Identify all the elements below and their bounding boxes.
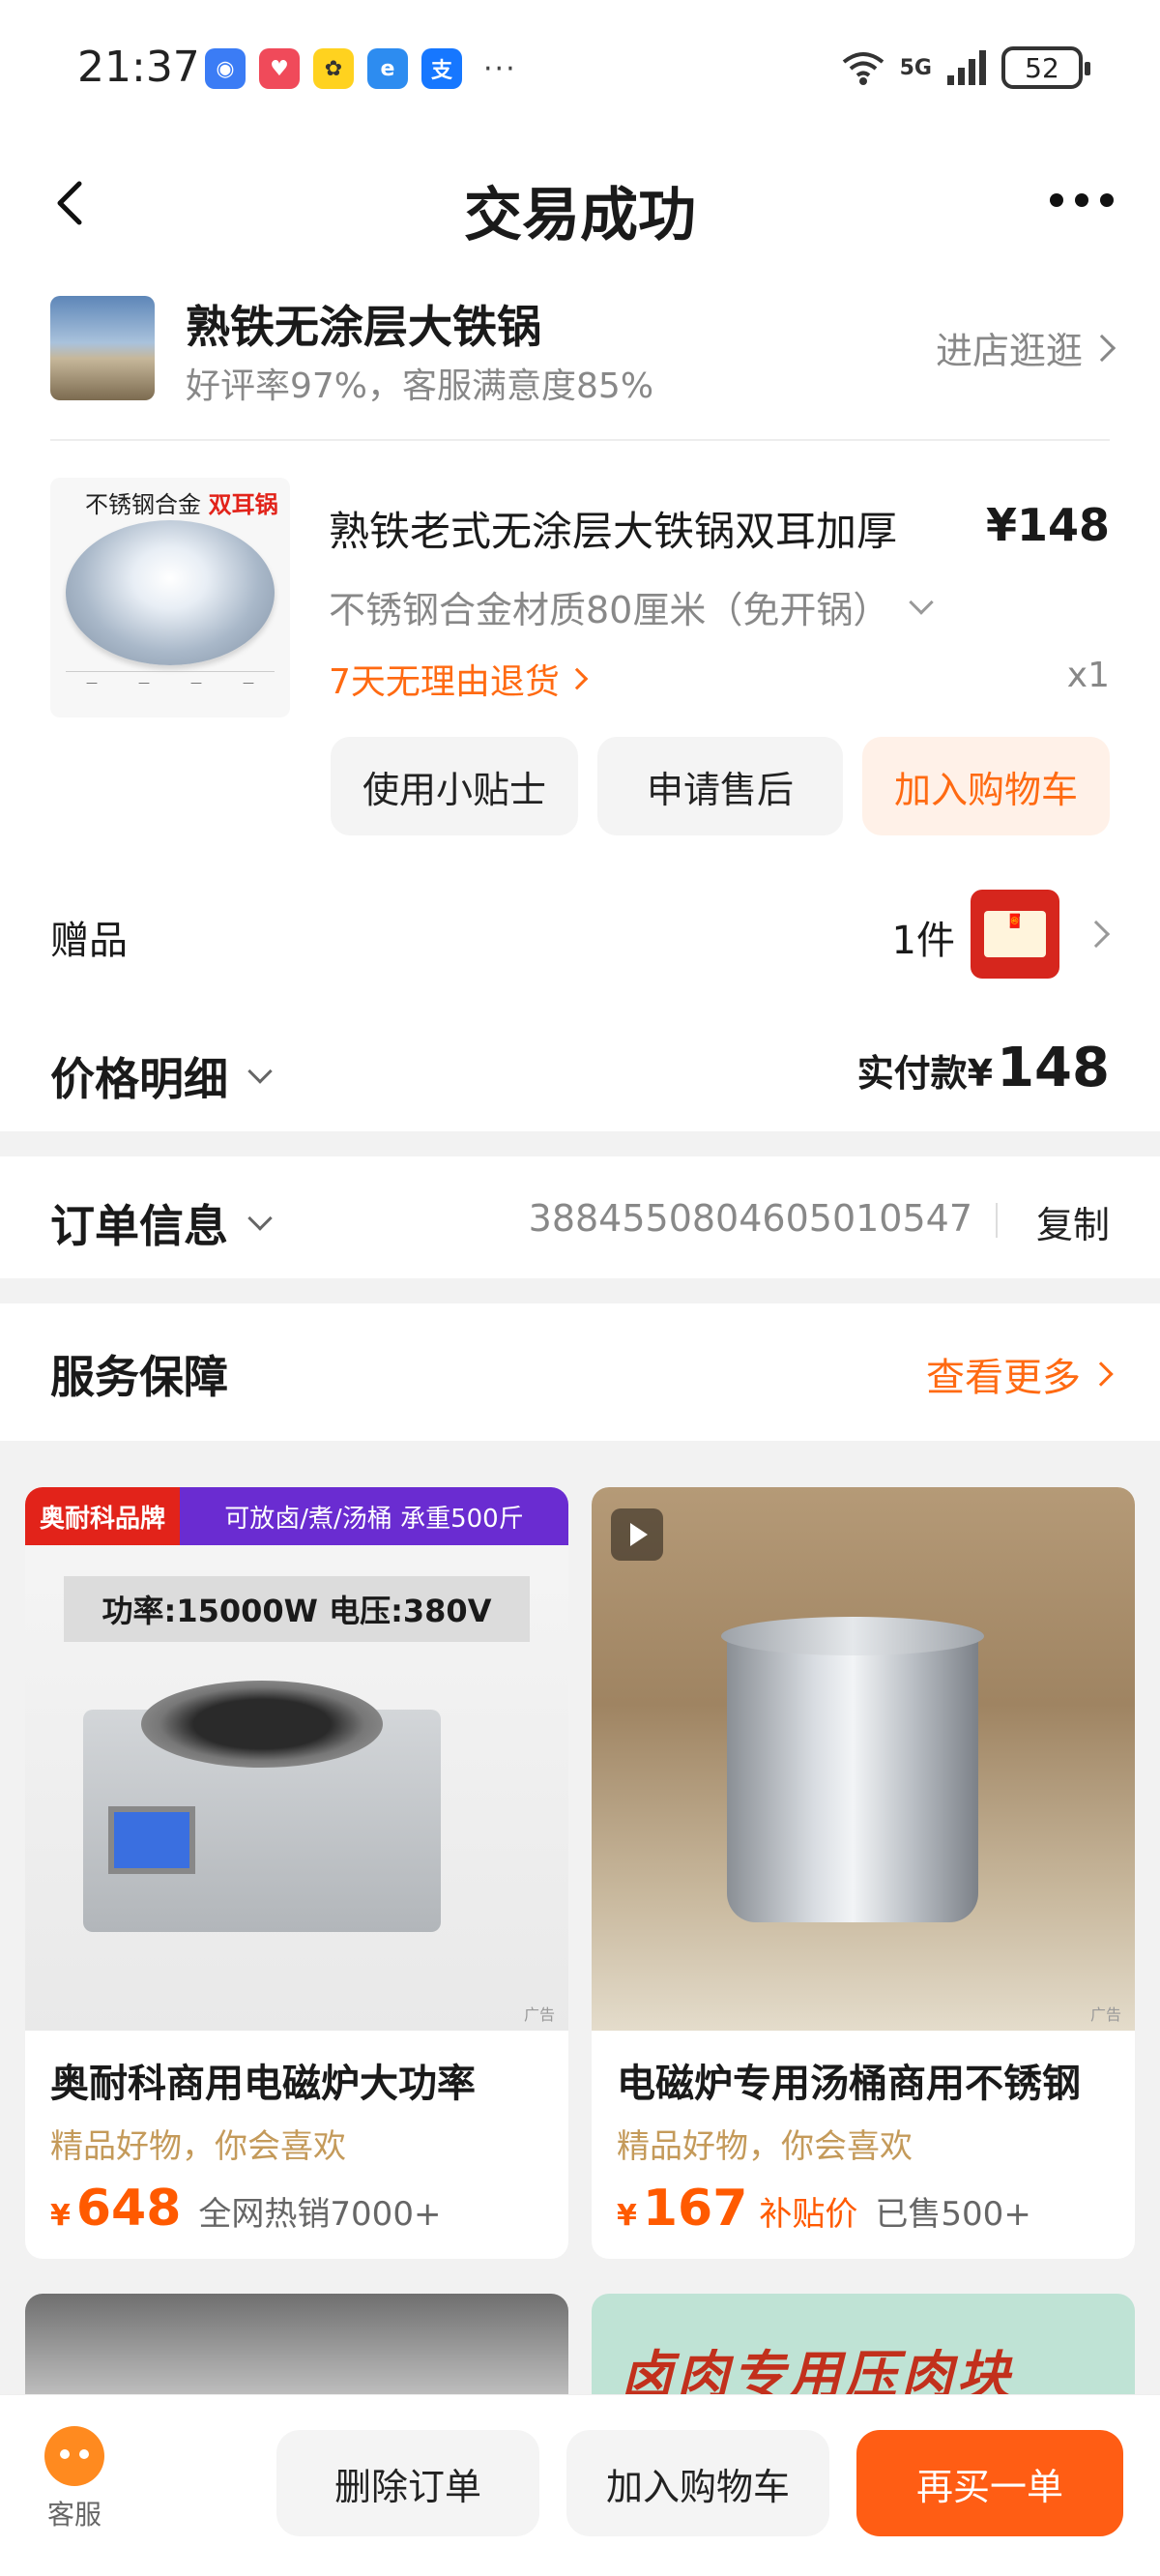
ad-label: 广告: [1089, 2005, 1121, 2024]
chevron-right-icon: [1088, 1361, 1114, 1387]
status-right: 5G 52: [840, 46, 1090, 89]
order-info-toggle[interactable]: 订单信息: [50, 1191, 273, 1255]
recommended-product-image[interactable]: 奥耐科品牌 可放卤/煮/汤桶 承重500斤 功率:15000W 电压:380V …: [25, 1487, 568, 2031]
status-time: 21:37: [77, 43, 200, 92]
recommended-product-card-partial[interactable]: 卤肉专用压肉块: [592, 2294, 1135, 2410]
recommended-product-image[interactable]: 广告: [592, 1487, 1135, 2031]
customer-service-icon: [44, 2426, 104, 2486]
shop-name[interactable]: 熟铁无涂层大铁锅: [186, 292, 541, 356]
battery-indicator: 52: [1001, 46, 1090, 89]
price-value: 167: [642, 2180, 748, 2238]
spec-table: — — — —: [66, 671, 275, 706]
sales-note: 已售500+: [875, 2195, 1031, 2234]
gift-coupon-image[interactable]: 🧧: [971, 890, 1059, 979]
customer-service-button[interactable]: 客服: [43, 2426, 106, 2532]
currency-symbol: ¥: [617, 2199, 637, 2233]
chevron-right-icon: [1088, 334, 1116, 362]
feature-tag: 可放卤/煮/汤桶 承重500斤: [180, 1487, 568, 1545]
status-app-icons: ◉ ♥ ✿ e 支 ···: [205, 48, 517, 89]
chevron-down-icon: [247, 1059, 273, 1084]
product-image[interactable]: 不锈钢合金 双耳锅 — — — —: [50, 478, 290, 717]
recommended-product-price: ¥ 167 补贴价 已售500+: [617, 2180, 1031, 2238]
app-notification-icon: e: [367, 48, 408, 89]
product-title[interactable]: 熟铁老式无涂层大铁锅双耳加厚: [329, 499, 897, 558]
price-detail-label: 价格明细: [50, 1053, 228, 1105]
red-envelope-icon: 🧧: [984, 911, 1046, 957]
service-more-label: 查看更多: [926, 1356, 1081, 1400]
page-title: 交易成功: [464, 182, 696, 249]
buy-again-button[interactable]: 再买一单: [856, 2430, 1123, 2536]
recommended-product-name: 电磁炉专用汤桶商用不锈钢: [617, 2062, 1081, 2106]
signal-icon: [947, 50, 986, 85]
wok-picture: [66, 520, 275, 665]
recommended-product-name: 奥耐科商用电磁炉大功率: [50, 2062, 476, 2106]
more-options-icon[interactable]: [1050, 193, 1114, 207]
app-notification-icon: ◉: [205, 48, 246, 89]
gift-count: 1件: [891, 919, 955, 963]
after-sale-button[interactable]: 申请售后: [597, 737, 843, 835]
product-quantity: x1: [1066, 656, 1110, 695]
chevron-down-icon: [909, 589, 935, 615]
shop-rating: 好评率97%，客服满意度85%: [186, 366, 654, 406]
stockpot-picture: [721, 1617, 984, 1922]
brand-tag: 奥耐科品牌: [25, 1487, 180, 1545]
shop-avatar[interactable]: [50, 296, 155, 400]
visit-shop-label: 进店逛逛: [935, 330, 1083, 372]
service-more-link[interactable]: 查看更多: [926, 1346, 1114, 1402]
chevron-down-icon: [247, 1206, 273, 1231]
return-policy-link[interactable]: 7天无理由退货: [329, 654, 589, 704]
gift-label: 赠品: [50, 919, 128, 963]
product-price: ¥148: [985, 499, 1110, 551]
sales-note: 全网热销7000+: [198, 2195, 442, 2234]
service-label: 服务保障: [50, 1351, 228, 1403]
product-spec[interactable]: 不锈钢合金材质80厘米（免开锅）: [329, 580, 935, 633]
app-notification-icon: ✿: [313, 48, 354, 89]
paid-amount: 实付款¥ 148: [857, 1037, 1110, 1099]
order-info-card: 订单信息 3884550804605010547 复制: [0, 1156, 1160, 1278]
divider: [50, 439, 1110, 441]
delete-order-button[interactable]: 删除订单: [276, 2430, 539, 2536]
chevron-right-icon: [566, 667, 589, 690]
more-notifications-icon: ···: [483, 51, 517, 86]
order-card: 熟铁无涂层大铁锅 好评率97%，客服满意度85% 进店逛逛 不锈钢合金 双耳锅 …: [0, 271, 1160, 1131]
spec-band: 功率:15000W 电压:380V: [64, 1576, 530, 1642]
app-notification-icon: ♥: [259, 48, 300, 89]
video-play-icon[interactable]: [611, 1508, 663, 1561]
product-image-label: 不锈钢合金 双耳锅: [85, 491, 278, 518]
ad-label: 广告: [523, 2005, 555, 2024]
divider: [996, 1203, 998, 1238]
order-number: 3884550804605010547: [528, 1197, 972, 1240]
recommended-product-card-partial[interactable]: [25, 2294, 568, 2410]
service-card: 服务保障 查看更多: [0, 1303, 1160, 1441]
status-bar: 21:37 ◉ ♥ ✿ e 支 ··· 5G 52: [0, 0, 1160, 135]
recommended-product-card[interactable]: 广告 电磁炉专用汤桶商用不锈钢 精品好物，你会喜欢 ¥ 167 补贴价 已售50…: [592, 1487, 1135, 2259]
recommended-product-card[interactable]: 奥耐科品牌 可放卤/煮/汤桶 承重500斤 功率:15000W 电压:380V …: [25, 1487, 568, 2259]
return-policy-text: 7天无理由退货: [329, 662, 560, 702]
recommended-product-subtitle: 精品好物，你会喜欢: [50, 2127, 346, 2166]
subsidy-tag: 补贴价: [759, 2195, 858, 2234]
chevron-right-icon[interactable]: [1082, 920, 1111, 949]
induction-cooker-picture: [83, 1681, 441, 1932]
customer-service-label: 客服: [46, 2499, 102, 2531]
alipay-icon: 支: [421, 48, 462, 89]
recommended-product-subtitle: 精品好物，你会喜欢: [617, 2127, 913, 2166]
visit-shop-link[interactable]: 进店逛逛: [935, 321, 1116, 374]
recommended-product-price: ¥ 648 全网热销7000+: [50, 2180, 441, 2238]
price-value: 648: [75, 2180, 182, 2238]
product-spec-text: 不锈钢合金材质80厘米（免开锅）: [329, 589, 890, 631]
page-header: 交易成功: [0, 135, 1160, 271]
wifi-icon: [842, 52, 884, 85]
paid-value: 148: [997, 1037, 1110, 1099]
currency-symbol: ¥: [50, 2199, 71, 2233]
add-to-cart-button[interactable]: 加入购物车: [862, 737, 1110, 835]
bottom-action-bar: 客服 删除订单 加入购物车 再买一单: [0, 2394, 1160, 2576]
network-type: 5G: [899, 55, 932, 80]
copy-order-button[interactable]: 复制: [1036, 1195, 1110, 1248]
price-detail-toggle[interactable]: 价格明细: [50, 1044, 273, 1108]
paid-label: 实付款¥: [856, 1052, 994, 1095]
usage-tips-button[interactable]: 使用小贴士: [331, 737, 578, 835]
add-to-cart-bottom-button[interactable]: 加入购物车: [566, 2430, 829, 2536]
order-info-label: 订单信息: [50, 1200, 228, 1252]
